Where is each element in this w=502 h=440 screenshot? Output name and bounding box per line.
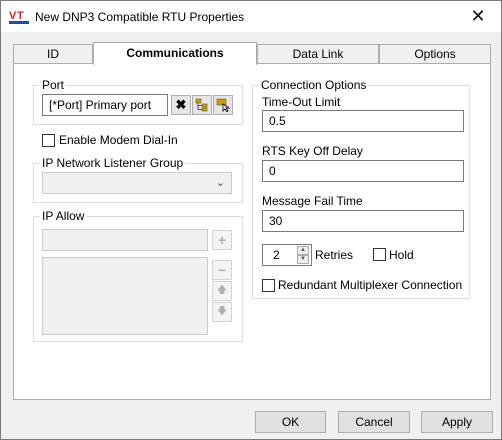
add-ip-button[interactable]: + <box>212 230 232 250</box>
ip-allow-input[interactable] <box>42 229 208 251</box>
select-pointer-icon <box>216 98 230 112</box>
redundant-mux-checkbox[interactable] <box>262 279 275 292</box>
tab-communications[interactable]: Communications <box>93 42 257 65</box>
enable-modem-label: Enable Modem Dial-In <box>59 133 178 147</box>
vt-logo-icon: V T <box>9 10 29 24</box>
tab-data-link[interactable]: Data Link <box>257 44 379 64</box>
port-group-label: Port <box>40 78 67 92</box>
close-icon: ✕ <box>470 5 486 26</box>
ip-allow-group-label: IP Allow <box>40 209 87 223</box>
enable-modem-checkbox[interactable] <box>42 134 55 147</box>
window-title: New DNP3 Compatible RTU Properties <box>35 10 245 24</box>
redundant-mux-label: Redundant Multiplexer Connection <box>278 278 463 292</box>
tab-id[interactable]: ID <box>13 44 93 64</box>
rts-key-off-input[interactable]: 0 <box>262 160 464 182</box>
arrow-up-icon: 🡅 <box>216 284 228 296</box>
remove-ip-button[interactable]: − <box>212 260 232 280</box>
arrow-down-icon: 🡇 <box>216 305 228 317</box>
message-fail-label: Message Fail Time <box>262 194 363 208</box>
connection-options-label: Connection Options <box>259 78 369 92</box>
clear-port-button[interactable]: ✖ <box>171 95 191 115</box>
tab-options[interactable]: Options <box>379 44 491 64</box>
communications-panel: Port [*Port] Primary port ✖ Enable Modem… <box>13 63 491 400</box>
title-bar[interactable]: V T New DNP3 Compatible RTU Properties ✕ <box>1 1 501 32</box>
port-field[interactable]: [*Port] Primary port <box>42 94 168 116</box>
rts-key-off-label: RTS Key Off Delay <box>262 144 363 158</box>
retries-label: Retries <box>315 248 354 262</box>
spin-down-icon[interactable]: ▼ <box>297 255 309 264</box>
svg-text:T: T <box>17 10 24 22</box>
hold-checkbox[interactable] <box>373 248 386 261</box>
browse-port-button[interactable] <box>192 95 212 115</box>
ip-allow-list[interactable] <box>42 257 208 335</box>
select-port-button[interactable] <box>213 95 233 115</box>
cancel-button[interactable]: Cancel <box>338 411 410 433</box>
properties-dialog: V T New DNP3 Compatible RTU Properties ✕… <box>0 0 502 440</box>
hold-label: Hold <box>389 248 414 262</box>
retries-stepper[interactable]: 2 ▲ ▼ <box>262 244 312 266</box>
ok-button[interactable]: OK <box>255 411 326 433</box>
ip-listener-select[interactable]: ⌄ <box>42 172 232 194</box>
apply-button[interactable]: Apply <box>421 411 493 433</box>
timeout-label: Time-Out Limit <box>262 95 341 109</box>
timeout-input[interactable]: 0.5 <box>262 110 464 132</box>
move-up-button[interactable]: 🡅 <box>212 281 232 301</box>
spin-up-icon[interactable]: ▲ <box>297 246 309 255</box>
tree-browse-icon <box>195 98 208 112</box>
close-button[interactable]: ✕ <box>455 1 501 31</box>
minus-icon: − <box>217 262 227 278</box>
ip-listener-group-label: IP Network Listener Group <box>40 156 186 170</box>
tab-strip: ID Communications Data Link Options <box>13 42 491 65</box>
clear-icon: ✖ <box>175 97 187 112</box>
svg-text:V: V <box>9 10 17 22</box>
chevron-down-icon: ⌄ <box>215 177 225 189</box>
plus-icon: + <box>217 232 227 248</box>
message-fail-input[interactable]: 30 <box>262 210 464 232</box>
move-down-button[interactable]: 🡇 <box>212 302 232 322</box>
retries-value: 2 <box>273 248 280 262</box>
